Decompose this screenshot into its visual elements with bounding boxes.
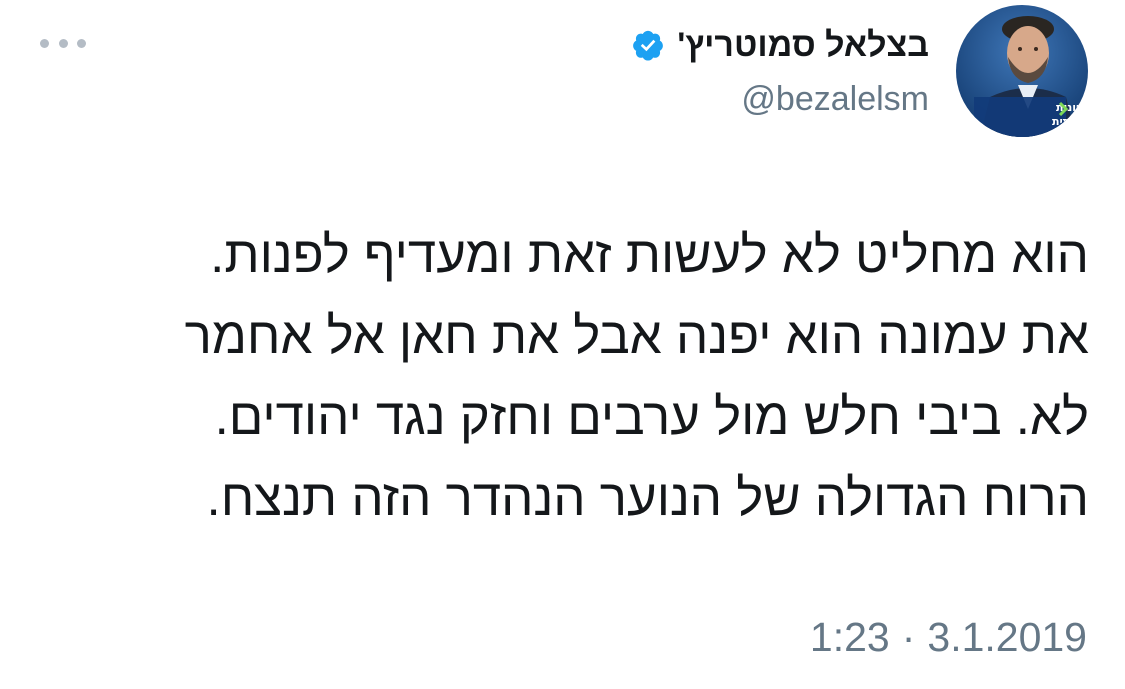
tweet-date: 3.1.2019 (927, 614, 1087, 660)
avatar-image: הציונות הדתית (956, 5, 1088, 137)
more-dot-icon (77, 38, 86, 48)
tweet-line: לא. ביבי חלש מול ערבים וחזק נגד יהודים. (214, 388, 1089, 445)
author-name-row: בצלאל סמוטריץ' (631, 22, 929, 68)
more-dot-icon (58, 38, 68, 48)
more-options-button[interactable] (40, 36, 86, 50)
tweet-timestamp[interactable]: 1:23 · 3.1.2019 (810, 614, 1087, 661)
tweet-line: הוא מחליט לא לעשות זאת ומעדיף לפנות. (210, 226, 1089, 283)
author-handle[interactable]: @bezalelsm (741, 80, 929, 119)
verified-badge-icon (633, 30, 664, 61)
tweet-line: הרוח הגדולה של הנוער הנהדר הזה תנצח. (206, 469, 1089, 526)
more-dot-icon (40, 38, 49, 48)
avatar-badge-text-2: הדתית (1052, 115, 1084, 128)
tweet-time: 1:23 (809, 614, 890, 660)
author-display-name[interactable]: בצלאל סמוטריץ' (677, 26, 929, 65)
tweet-line: את עמונה הוא יפנה אבל את חאן אל אחמר (184, 307, 1089, 364)
tweet-text: הוא מחליט לא לעשות זאת ומעדיף לפנות. את … (29, 214, 1089, 538)
author-avatar[interactable]: הציונות הדתית (956, 5, 1088, 137)
timestamp-separator: · (901, 614, 916, 660)
